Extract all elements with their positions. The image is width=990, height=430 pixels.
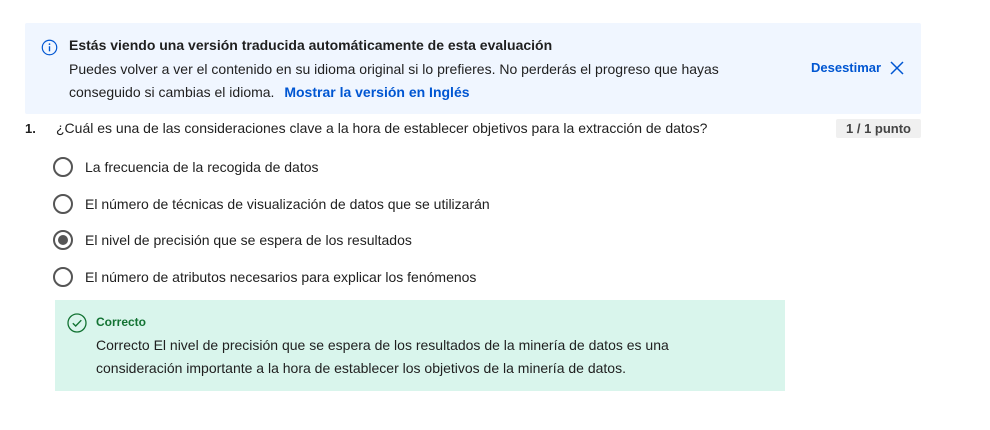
answer-option-label: El número de técnicas de visualización d… bbox=[85, 195, 490, 212]
close-icon bbox=[890, 60, 904, 75]
answer-options: La frecuencia de la recogida de datos El… bbox=[53, 155, 490, 301]
question-number: 1. bbox=[25, 121, 36, 136]
answer-option[interactable]: El número de técnicas de visualización d… bbox=[53, 192, 490, 229]
dismiss-button[interactable]: Desestimar bbox=[811, 60, 904, 75]
feedback-title: Correcto bbox=[96, 315, 147, 329]
banner-title: Estás viendo una versión traducida autom… bbox=[69, 37, 553, 53]
radio-button[interactable] bbox=[53, 266, 73, 287]
radio-button-selected[interactable] bbox=[53, 230, 73, 250]
radio-button[interactable] bbox=[53, 193, 73, 214]
question-text: ¿Cuál es una de las consideraciones clav… bbox=[56, 120, 708, 136]
radio-button[interactable] bbox=[53, 157, 73, 177]
translation-banner: Estás viendo una versión traducida autom… bbox=[25, 23, 921, 114]
score-badge: 1 / 1 punto bbox=[836, 119, 921, 138]
question-header: 1. ¿Cuál es una de las consideraciones c… bbox=[25, 119, 921, 139]
show-original-link[interactable]: Mostrar la versión en Inglés bbox=[284, 84, 469, 100]
feedback-body: Correcto El nivel de precisión que se es… bbox=[96, 337, 669, 376]
answer-option-label: El nivel de precisión que se espera de l… bbox=[85, 232, 412, 248]
answer-option[interactable]: La frecuencia de la recogida de datos bbox=[53, 155, 490, 192]
dismiss-label: Desestimar bbox=[811, 60, 882, 75]
answer-option[interactable]: El número de atributos necesarios para e… bbox=[53, 265, 490, 302]
info-icon bbox=[41, 39, 58, 56]
banner-body: Puedes volver a ver el contenido en su i… bbox=[69, 58, 774, 104]
answer-option-label: La frecuencia de la recogida de datos bbox=[85, 159, 319, 175]
answer-option-label: El número de atributos necesarios para e… bbox=[85, 268, 477, 285]
check-circle-icon bbox=[67, 313, 87, 333]
answer-option-selected[interactable]: El nivel de precisión que se espera de l… bbox=[53, 228, 490, 265]
feedback-panel: Correcto Correcto El nivel de precisión … bbox=[55, 300, 785, 391]
